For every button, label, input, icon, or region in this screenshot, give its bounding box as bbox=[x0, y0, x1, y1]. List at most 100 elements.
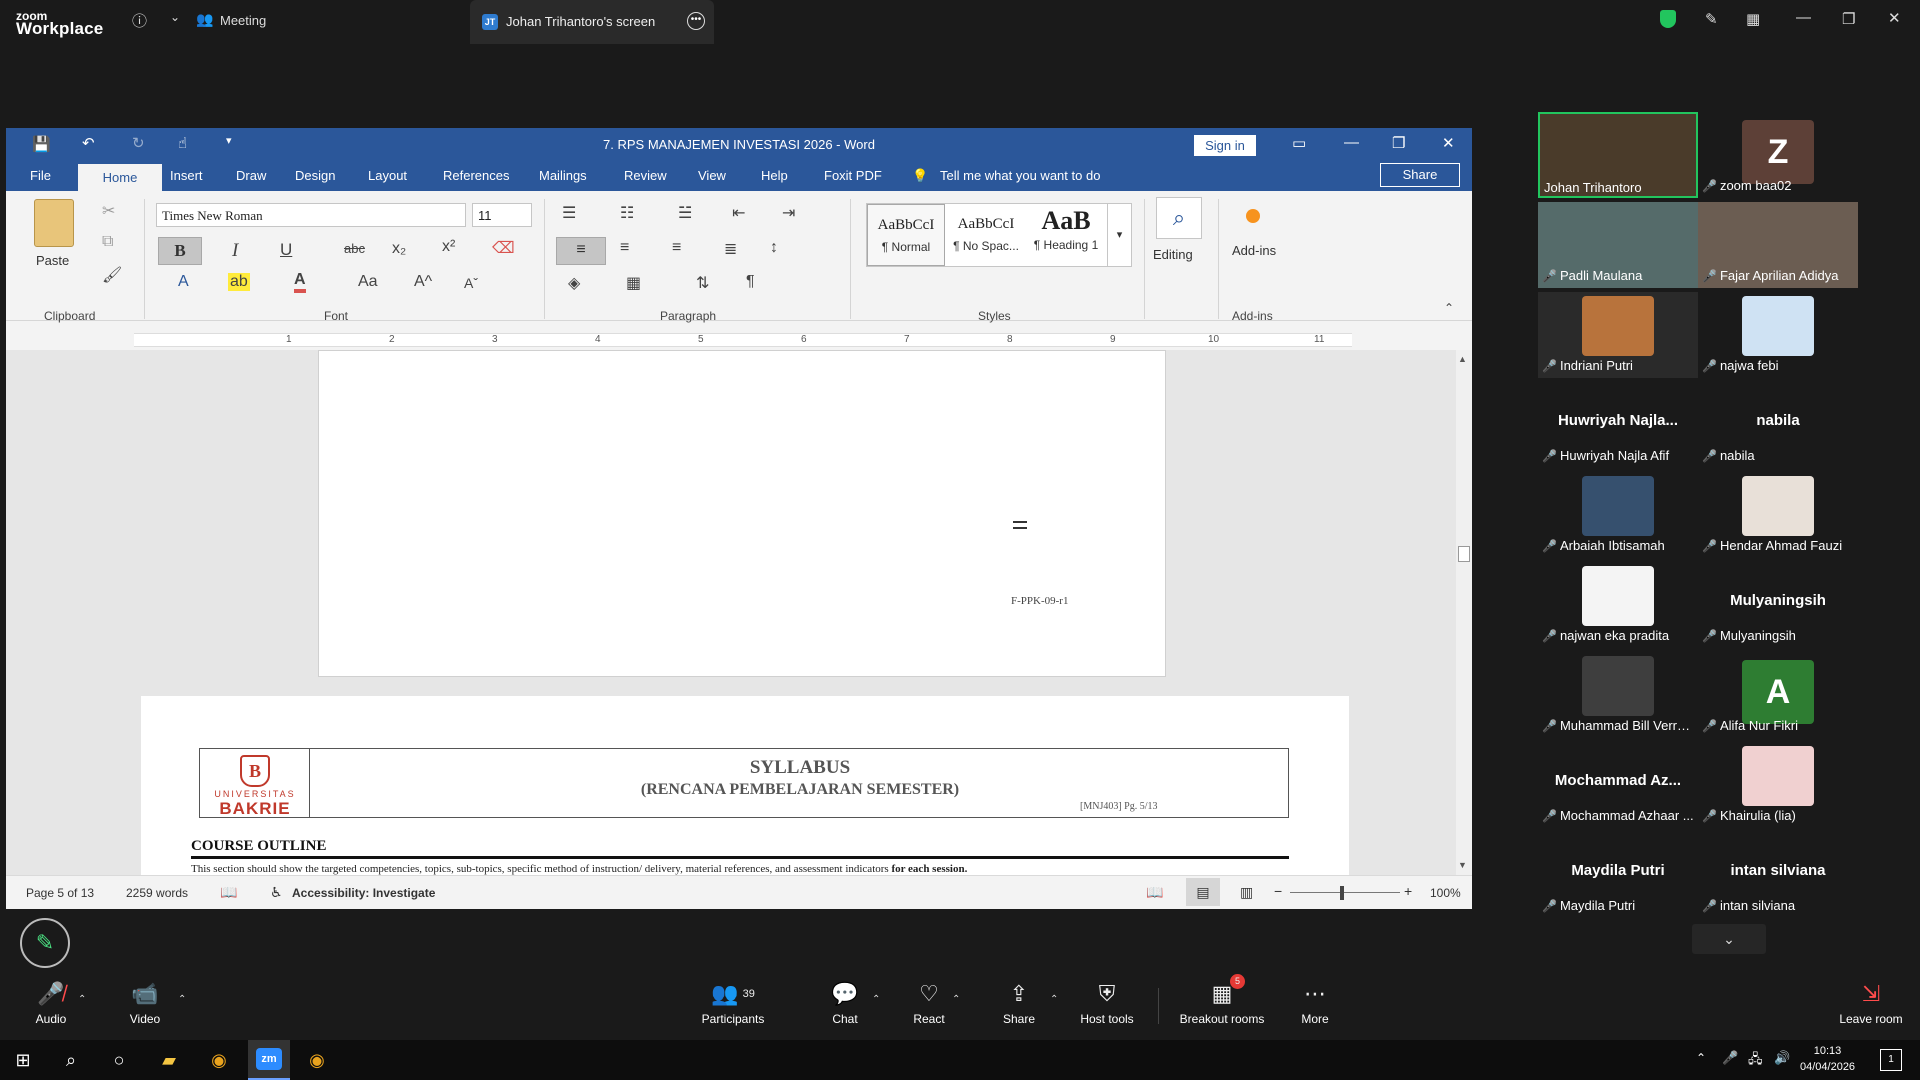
read-mode-icon[interactable]: 📖 bbox=[1146, 884, 1163, 901]
tab-draw[interactable]: Draw bbox=[236, 168, 266, 183]
vertical-scrollbar[interactable]: ▲ ▼ bbox=[1456, 350, 1472, 875]
format-painter-icon[interactable]: 🖌 bbox=[102, 265, 122, 285]
participant-tile[interactable]: Maydila Putri 🎤 Maydila Putri bbox=[1538, 832, 1698, 918]
zoom-slider-thumb[interactable] bbox=[1340, 886, 1344, 900]
chevron-down-icon[interactable]: ⌄ bbox=[1692, 924, 1766, 954]
multilevel-list-icon[interactable]: ☱ bbox=[678, 203, 692, 223]
participants-button[interactable]: 👥 39 Participants bbox=[688, 980, 778, 1026]
grow-font-icon[interactable]: A^ bbox=[414, 273, 432, 291]
share-options-chevron-icon[interactable]: ⌃ bbox=[1050, 994, 1058, 1005]
underline-button[interactable]: U bbox=[280, 240, 292, 260]
restore-icon[interactable]: ❐ bbox=[1392, 134, 1405, 152]
pencil-icon[interactable]: ✎ bbox=[1705, 10, 1718, 28]
align-center-icon[interactable]: ≡ bbox=[620, 239, 629, 257]
microphone-icon[interactable]: 🎤 bbox=[1722, 1050, 1738, 1066]
scrollbar-thumb[interactable] bbox=[1458, 546, 1470, 562]
chrome-icon[interactable]: ◉ bbox=[304, 1048, 330, 1072]
react-options-chevron-icon[interactable]: ⌃ bbox=[952, 994, 960, 1005]
breakout-rooms-button[interactable]: ▦ 5 Breakout rooms bbox=[1172, 974, 1272, 1026]
cut-icon[interactable]: ✂ bbox=[102, 201, 115, 221]
document-page[interactable]: F-PPK-09-r1 bbox=[318, 350, 1166, 677]
audio-options-chevron-icon[interactable]: ⌃ bbox=[78, 994, 86, 1005]
close-icon[interactable]: ✕ bbox=[1442, 134, 1455, 152]
participant-tile[interactable]: Z 🎤 zoom baa02 bbox=[1698, 112, 1858, 198]
clear-formatting-icon[interactable]: ⌫ bbox=[492, 238, 515, 258]
zoom-out-icon[interactable]: − bbox=[1274, 883, 1282, 899]
meeting-tab[interactable]: Meeting bbox=[220, 13, 266, 28]
participant-tile[interactable]: 🎤 Fajar Aprilian Adidya bbox=[1698, 202, 1858, 288]
search-icon[interactable]: ⌕ bbox=[58, 1048, 84, 1072]
change-case-icon[interactable]: Aa bbox=[358, 273, 378, 291]
tab-references[interactable]: References bbox=[443, 168, 509, 183]
sign-in-button[interactable]: Sign in bbox=[1194, 135, 1256, 156]
text-effects-icon[interactable]: A bbox=[178, 273, 189, 291]
volume-icon[interactable]: 🔊 bbox=[1774, 1050, 1790, 1066]
search-icon[interactable]: ⌕ bbox=[1156, 197, 1202, 239]
participant-tile[interactable]: 🎤 Khairulia (lia) bbox=[1698, 742, 1858, 828]
tab-design[interactable]: Design bbox=[295, 168, 335, 183]
ribbon-display-icon[interactable]: ▭ bbox=[1292, 134, 1306, 152]
zoom-app-active[interactable]: zm bbox=[248, 1040, 290, 1080]
copy-icon[interactable]: ⧉ bbox=[102, 233, 113, 251]
paste-icon[interactable] bbox=[34, 199, 74, 247]
bullets-icon[interactable]: ☰ bbox=[562, 203, 576, 223]
video-options-chevron-icon[interactable]: ⌃ bbox=[178, 994, 186, 1005]
participant-tile[interactable]: Johan Trihantoro bbox=[1538, 112, 1698, 198]
horizontal-ruler[interactable]: 1 2 3 4 5 6 7 8 9 10 11 bbox=[134, 333, 1352, 347]
font-name-dropdown[interactable]: Times New Roman bbox=[156, 203, 466, 227]
editing-button[interactable]: Editing bbox=[1153, 247, 1193, 262]
participant-tile[interactable]: 🎤 Arbaiah Ibtisamah bbox=[1538, 472, 1698, 558]
notifications-icon[interactable]: 1 bbox=[1880, 1049, 1902, 1071]
document-page[interactable]: B UNIVERSITAS BAKRIE SYLLABUS (RENCANA P… bbox=[141, 696, 1349, 875]
style-no-spacing[interactable]: AaBbCcI ¶ No Spac... bbox=[947, 204, 1025, 266]
scroll-down-icon[interactable]: ▼ bbox=[1458, 860, 1467, 870]
more-button[interactable]: ⋯ More bbox=[1270, 980, 1360, 1026]
tab-home[interactable]: Home bbox=[78, 164, 162, 191]
minimize-icon[interactable]: — bbox=[1796, 9, 1811, 26]
participant-tile[interactable]: Huwriyah Najla... 🎤 Huwriyah Najla Afif bbox=[1538, 382, 1698, 468]
tab-mailings[interactable]: Mailings bbox=[539, 168, 587, 183]
info-icon[interactable]: ⓘ bbox=[132, 10, 147, 31]
font-color-icon[interactable]: A bbox=[294, 271, 306, 293]
restore-icon[interactable]: ❐ bbox=[1842, 10, 1855, 28]
web-layout-icon[interactable]: ▥ bbox=[1240, 884, 1253, 901]
network-icon[interactable]: 🖧 bbox=[1748, 1050, 1763, 1072]
decrease-indent-icon[interactable]: ⇤ bbox=[732, 203, 745, 223]
highlight-icon[interactable]: ab bbox=[228, 273, 250, 291]
tell-me-search[interactable]: Tell me what you want to do bbox=[940, 168, 1100, 183]
align-left-button[interactable]: ≡ bbox=[556, 237, 606, 265]
close-icon[interactable]: ✕ bbox=[1888, 9, 1901, 27]
tab-foxit-pdf[interactable]: Foxit PDF bbox=[824, 168, 882, 183]
chrome-icon[interactable]: ◉ bbox=[206, 1048, 232, 1072]
paste-options-icon[interactable] bbox=[1013, 521, 1027, 529]
collapse-ribbon-icon[interactable]: ⌃ bbox=[1444, 301, 1454, 315]
participant-tile[interactable]: 🎤 Padli Maulana bbox=[1538, 202, 1698, 288]
tray-chevron-icon[interactable]: ⌃ bbox=[1696, 1051, 1706, 1065]
more-options-icon[interactable]: ••• bbox=[687, 12, 705, 30]
cortana-icon[interactable]: ○ bbox=[106, 1048, 132, 1072]
annotate-pencil-icon[interactable]: ✎ bbox=[20, 918, 70, 968]
participant-tile[interactable]: Mulyaningsih 🎤 Mulyaningsih bbox=[1698, 562, 1858, 648]
sort-icon[interactable]: ⇅ bbox=[696, 273, 709, 293]
font-size-dropdown[interactable]: 11 bbox=[472, 203, 532, 227]
participant-tile[interactable]: 🎤 najwa febi bbox=[1698, 292, 1858, 378]
increase-indent-icon[interactable]: ⇥ bbox=[782, 203, 795, 223]
file-explorer-icon[interactable]: ▰ bbox=[156, 1048, 182, 1072]
windows-start-icon[interactable]: ⊞ bbox=[10, 1048, 36, 1072]
proofing-icon[interactable]: 📖 bbox=[220, 884, 237, 901]
layout-icon[interactable]: ▦ bbox=[1746, 10, 1760, 28]
zoom-slider[interactable] bbox=[1290, 892, 1400, 893]
chat-options-chevron-icon[interactable]: ⌃ bbox=[872, 994, 880, 1005]
tab-help[interactable]: Help bbox=[761, 168, 788, 183]
add-ins-button[interactable]: Add-ins bbox=[1232, 243, 1276, 258]
add-ins-icon[interactable] bbox=[1246, 209, 1260, 223]
screen-share-tab[interactable]: JT Johan Trihantoro's screen ••• bbox=[470, 0, 714, 44]
justify-icon[interactable]: ≣ bbox=[724, 239, 737, 259]
line-spacing-icon[interactable]: ↕ bbox=[770, 239, 778, 257]
participant-tile[interactable]: A 🎤 Alifa Nur Fikri bbox=[1698, 652, 1858, 738]
share-button[interactable]: Share bbox=[1380, 163, 1460, 187]
participant-tile[interactable]: 🎤 najwan eka pradita bbox=[1538, 562, 1698, 648]
scroll-up-icon[interactable]: ▲ bbox=[1458, 354, 1467, 364]
document-canvas[interactable]: F-PPK-09-r1 B UNIVERSITAS BAKRIE SYLLABU… bbox=[6, 350, 1456, 875]
react-button[interactable]: ♡ React bbox=[884, 980, 974, 1026]
